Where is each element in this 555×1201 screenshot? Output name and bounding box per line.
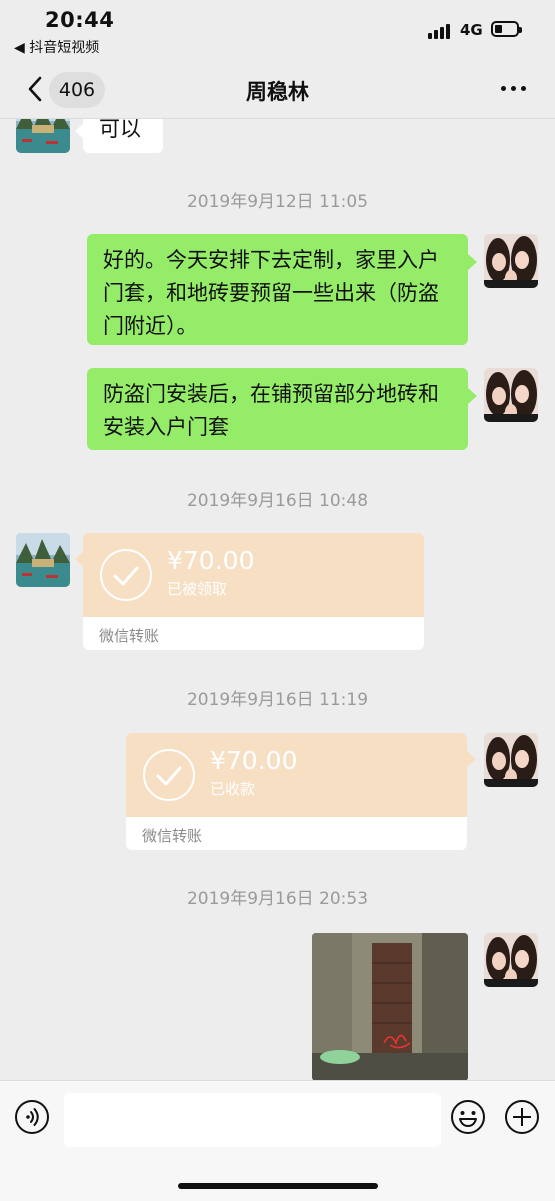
contact-avatar[interactable] [16,533,70,587]
transfer-status: 已被领取 [167,580,228,598]
self-avatar[interactable] [484,368,538,422]
plus-icon[interactable] [504,1099,540,1135]
transfer-label: 微信转账 [142,827,203,845]
status-bar: 20:44 ◀ 抖音短视频 4G [0,0,555,62]
bubble-tail [468,388,477,404]
self-avatar[interactable] [484,933,538,987]
back-to-app-link[interactable]: ◀ 抖音短视频 [14,37,99,57]
message-timestamp: 2019年9月16日 10:48 [186,491,369,511]
photo-message[interactable] [312,933,468,1080]
message-timestamp: 2019年9月16日 20:53 [186,889,369,909]
incoming-message-bubble[interactable]: 可以 [83,119,163,153]
chat-title: 周稳林 [246,80,309,104]
network-type: 4G [460,21,483,39]
transfer-card[interactable]: ¥70.00 已被领取 微信转账 [83,533,424,650]
contact-avatar[interactable] [16,119,70,153]
message-list[interactable]: 可以 2019年9月12日 11:05 好的。今天安排下去定制，家里入户门套，和… [0,119,555,1080]
message-timestamp: 2019年9月16日 11:19 [186,690,369,710]
message-input[interactable] [64,1093,441,1147]
outgoing-message-bubble[interactable]: 防盗门安装后，在铺预留部分地砖和安装入户门套 [87,368,468,450]
self-avatar[interactable] [484,733,538,787]
transfer-amount: ¥70.00 [167,546,255,575]
transfer-label: 微信转账 [99,627,160,645]
transfer-amount: ¥70.00 [210,746,298,775]
check-icon [143,749,195,801]
input-toolbar [0,1080,555,1201]
transfer-status: 已收款 [210,780,256,798]
status-time: 20:44 [45,8,115,32]
emoji-icon[interactable] [450,1099,486,1135]
more-dots-icon[interactable] [501,86,527,92]
message-timestamp: 2019年9月12日 11:05 [186,192,369,212]
check-icon [100,549,152,601]
transfer-card[interactable]: ¥70.00 已收款 微信转账 [126,733,467,850]
battery-icon [491,21,522,37]
signal-icon [428,22,454,39]
home-indicator [178,1183,378,1189]
bubble-tail [468,254,477,270]
voice-icon[interactable] [14,1099,50,1135]
bubble-tail [467,751,476,767]
chat-header: 406 周稳林 [0,62,555,119]
outgoing-message-bubble[interactable]: 好的。今天安排下去定制，家里入户门套，和地砖要预留一些出来（防盗门附近）。 [87,234,468,345]
self-avatar[interactable] [484,234,538,288]
